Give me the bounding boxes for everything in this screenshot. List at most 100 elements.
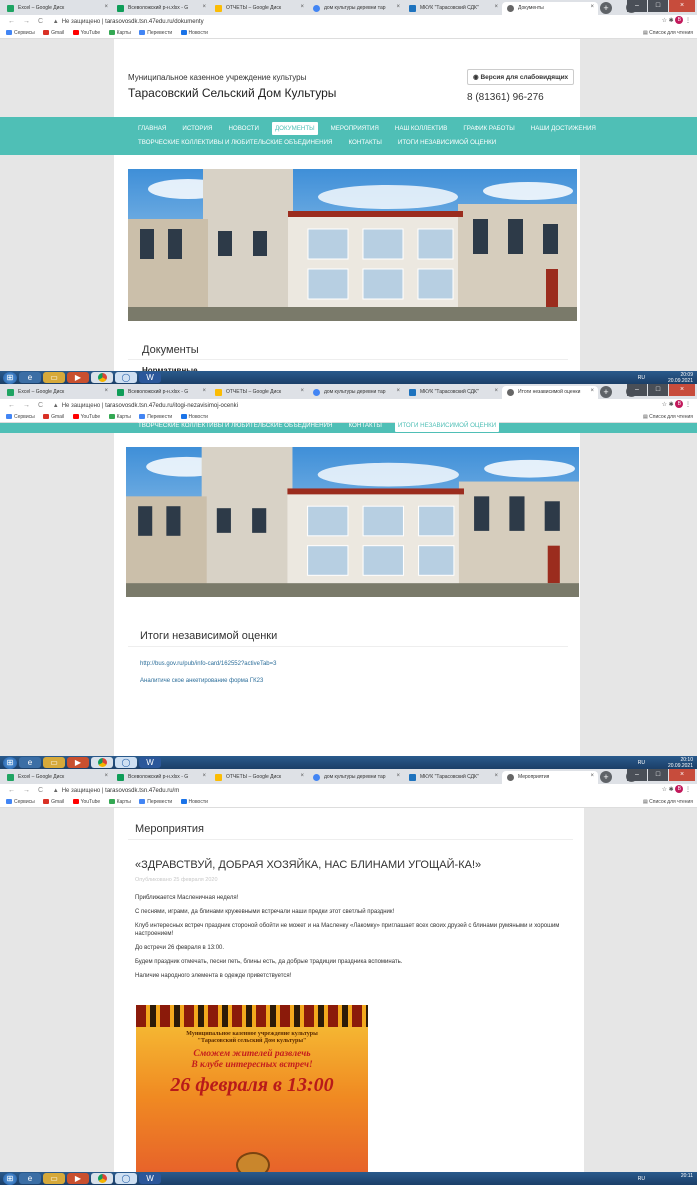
address-bar[interactable]: ← → C ▲ Не защищено | tarasovosdk.tsn.47edu… (0, 15, 697, 28)
close-tab-icon[interactable]: × (494, 4, 498, 10)
close-tab-icon[interactable]: × (104, 4, 108, 10)
close-tab-icon[interactable]: × (202, 4, 206, 10)
forward-icon[interactable]: → (23, 402, 30, 409)
maximize-button[interactable]: □ (648, 384, 668, 396)
close-tab-icon[interactable]: × (590, 4, 594, 10)
nav-events[interactable]: МЕРОПРИЯТИЯ (328, 122, 382, 135)
menu-icon[interactable]: ⋮ (685, 787, 691, 793)
forward-icon[interactable]: → (23, 787, 30, 794)
ie-icon[interactable]: e (19, 372, 41, 383)
skype-icon[interactable]: ◯ (115, 372, 137, 383)
new-tab-button[interactable]: + (600, 386, 612, 398)
bookmark-maps[interactable]: Карты (108, 799, 131, 805)
nav-contacts[interactable]: КОНТАКТЫ (346, 136, 385, 149)
bookmark-translate[interactable]: Перевести (139, 30, 172, 36)
url-field[interactable]: tarasovosdk.tsn.47edu.ru/itogi-nezavisim… (105, 403, 238, 409)
tab-site[interactable]: МКУК "Тарасовский СДК" × (404, 386, 502, 399)
folder-icon[interactable]: ▭ (43, 372, 65, 383)
word-icon[interactable]: W (139, 757, 161, 768)
language-indicator[interactable]: RU (638, 1176, 645, 1182)
new-tab-button[interactable]: + (600, 2, 612, 14)
close-tab-icon[interactable]: × (300, 773, 304, 779)
avatar[interactable]: В (675, 16, 684, 25)
minimize-button[interactable]: – (627, 384, 647, 396)
close-tab-icon[interactable]: × (590, 773, 594, 779)
tab-reports[interactable]: ОТЧЕТЫ – Google Диск × (210, 771, 308, 784)
back-icon[interactable]: ← (8, 18, 15, 25)
media-icon[interactable]: ▶ (67, 372, 89, 383)
word-icon[interactable]: W (139, 372, 161, 383)
close-tab-icon[interactable]: × (202, 388, 206, 394)
close-tab-icon[interactable]: × (104, 388, 108, 394)
bookmark-gmail[interactable]: Gmail (43, 30, 64, 36)
close-tab-icon[interactable]: × (300, 4, 304, 10)
maximize-button[interactable]: □ (648, 0, 668, 12)
reading-list[interactable]: ▤ Список для чтения (643, 28, 693, 39)
tab-events[interactable]: Мероприятия × (502, 771, 598, 784)
tab-documents[interactable]: Документы × (502, 2, 598, 15)
nav-achievements[interactable]: НАШИ ДОСТИЖЕНИЯ (528, 122, 599, 135)
url-field[interactable]: tarasovosdk.tsn.47edu.ru/dokumenty (105, 19, 203, 25)
media-icon[interactable]: ▶ (67, 757, 89, 768)
menu-icon[interactable]: ⋮ (685, 18, 691, 24)
new-tab-button[interactable]: + (600, 771, 612, 783)
start-button[interactable]: ⊞ (3, 371, 17, 384)
article-title[interactable]: «ЗДРАВСТВУЙ, ДОБРАЯ ХОЗЯЙКА, НАС БЛИНАМИ… (135, 859, 481, 871)
tab-sheet[interactable]: Всеволожский р-н.xlsx - G × (112, 2, 210, 15)
close-tab-icon[interactable]: × (494, 773, 498, 779)
tab-site[interactable]: МКУК "Тарасовский СДК" × (404, 771, 502, 784)
close-tab-icon[interactable]: × (104, 773, 108, 779)
tab-search[interactable]: дом культуры деревни тар × (308, 2, 404, 15)
nav-evaluation[interactable]: ИТОГИ НЕЗАВИСИМОЙ ОЦЕНКИ (394, 419, 500, 432)
media-icon[interactable]: ▶ (67, 1173, 89, 1184)
skype-icon[interactable]: ◯ (115, 757, 137, 768)
maximize-button[interactable]: □ (648, 769, 668, 781)
nav-documents[interactable]: ДОКУМЕНТЫ (271, 122, 318, 135)
minimize-button[interactable]: – (627, 0, 647, 12)
tab-sheet[interactable]: Всеволожский р-н.xlsx - G × (112, 386, 210, 399)
forward-icon[interactable]: → (23, 18, 30, 25)
reading-list[interactable]: ▤ Список для чтения (643, 797, 693, 808)
folder-icon[interactable]: ▭ (43, 1173, 65, 1184)
tab-site[interactable]: МКУК "Тарасовский СДК" × (404, 2, 502, 15)
reload-icon[interactable]: C (38, 787, 43, 794)
tab-search[interactable]: дом культуры деревни тар × (308, 386, 404, 399)
star-icon[interactable]: ☆ (662, 18, 667, 24)
menu-icon[interactable]: ⋮ (685, 402, 691, 408)
nav-creative[interactable]: ТВОРЧЕСКИЕ КОЛЛЕКТИВЫ И ЛЮБИТЕЛЬСКИЕ ОБЪ… (135, 419, 336, 432)
vision-button[interactable]: ◉ Версия для слабовидящих (467, 69, 575, 85)
language-indicator[interactable]: RU (638, 760, 645, 766)
word-icon[interactable]: W (139, 1173, 161, 1184)
chrome-icon[interactable] (91, 757, 113, 768)
ie-icon[interactable]: e (19, 757, 41, 768)
folder-icon[interactable]: ▭ (43, 757, 65, 768)
bookmark-news[interactable]: Новости (180, 799, 208, 805)
chrome-icon[interactable] (91, 1173, 113, 1184)
close-window-button[interactable]: × (669, 384, 695, 396)
close-tab-icon[interactable]: × (300, 388, 304, 394)
start-button[interactable]: ⊞ (3, 1172, 17, 1185)
nav-team[interactable]: НАШ КОЛЛЕКТИВ (392, 122, 450, 135)
close-tab-icon[interactable]: × (396, 388, 400, 394)
close-window-button[interactable]: × (669, 0, 695, 12)
language-indicator[interactable]: RU (638, 375, 645, 381)
close-tab-icon[interactable]: × (396, 4, 400, 10)
bookmark-youtube[interactable]: YouTube (72, 30, 100, 36)
bookmark-translate[interactable]: Перевести (139, 799, 172, 805)
star-icon[interactable]: ☆ (662, 402, 667, 408)
bookmark-services[interactable]: Сервисы (6, 30, 35, 36)
chrome-icon[interactable] (91, 372, 113, 383)
tab-excel[interactable]: Excel – Google Диск × (2, 771, 112, 784)
tab-excel[interactable]: Excel – Google Диск × (2, 386, 112, 399)
start-button[interactable]: ⊞ (3, 756, 17, 769)
back-icon[interactable]: ← (8, 787, 15, 794)
bus-gov-link[interactable]: http://bus.gov.ru/pub/info-card/162552?a… (140, 661, 276, 667)
minimize-button[interactable]: – (627, 769, 647, 781)
bookmark-gmail[interactable]: Gmail (43, 799, 64, 805)
nav-creative[interactable]: ТВОРЧЕСКИЕ КОЛЛЕКТИВЫ И ЛЮБИТЕЛЬСКИЕ ОБЪ… (135, 136, 336, 149)
nav-news[interactable]: НОВОСТИ (225, 122, 262, 135)
back-icon[interactable]: ← (8, 402, 15, 409)
tab-excel[interactable]: Excel – Google Диск × (2, 2, 112, 15)
extensions-icon[interactable]: ✱ (669, 18, 674, 24)
tab-search[interactable]: дом культуры деревни тар × (308, 771, 404, 784)
